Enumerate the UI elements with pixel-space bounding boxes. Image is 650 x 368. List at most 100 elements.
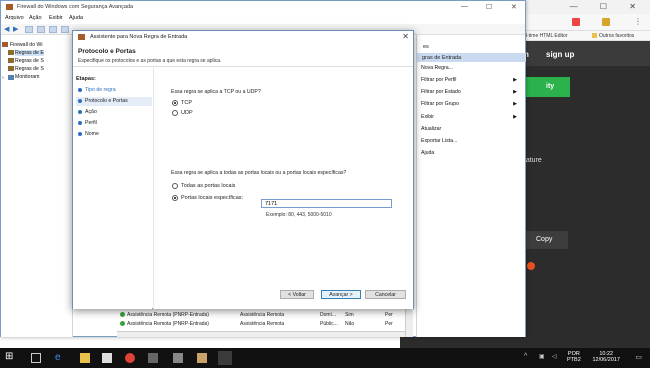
action-refresh[interactable]: Atualizar xyxy=(421,126,441,132)
menu-exibir[interactable]: Exibir xyxy=(49,15,63,21)
chrome-icon[interactable] xyxy=(125,353,135,363)
actions-title: es xyxy=(423,44,429,50)
action-filter-profile[interactable]: Filtrar por Perfil xyxy=(421,77,456,83)
udp-label[interactable]: UDP xyxy=(181,110,193,116)
specific-ports-radio[interactable] xyxy=(172,195,178,201)
signup-link[interactable]: sign up xyxy=(546,50,574,59)
extension-icon[interactable] xyxy=(572,18,580,26)
app-icon[interactable] xyxy=(173,353,183,363)
protocol-question: Essa regra se aplica a TCP ou a UDP? xyxy=(171,89,261,95)
back-button[interactable]: < Voltar xyxy=(280,290,314,299)
store-icon[interactable] xyxy=(102,353,112,363)
close-icon[interactable]: ✕ xyxy=(511,3,517,11)
menu-icon[interactable]: ⋮ xyxy=(634,17,642,26)
step-profile[interactable]: Perfil xyxy=(76,119,152,128)
firewall-task-icon[interactable] xyxy=(218,351,232,365)
minimize-icon[interactable]: — xyxy=(461,3,468,10)
horizontal-scrollbar[interactable] xyxy=(117,331,405,337)
rule-name: Assistência Remota (PNRP-Entrada) xyxy=(127,312,209,318)
bookmark-other[interactable]: Outros favoritos xyxy=(599,33,634,39)
taskbar: ⊞ e ^ ▣ ◁ 10:22 12/06/2017 POR PTB2 ▭ xyxy=(0,348,650,368)
step-action[interactable]: Ação xyxy=(76,108,152,117)
step-bullet-icon xyxy=(78,88,82,92)
dialog-heading: Protocolo e Portas xyxy=(78,48,136,55)
app-icon[interactable] xyxy=(197,353,207,363)
steps-panel: Etapas: Tipo de regra Protocolo e Portas… xyxy=(73,68,152,309)
menu-arquivo[interactable]: Arquivo xyxy=(5,15,24,21)
dialog-subheading: Especifique os protocolos e as portas a … xyxy=(78,58,222,64)
specific-ports-input[interactable] xyxy=(261,199,392,208)
next-button[interactable]: Avançar > xyxy=(321,290,361,299)
step-name[interactable]: Nome xyxy=(76,130,152,139)
action-filter-group[interactable]: Filtrar por Grupo xyxy=(421,101,459,107)
folder-icon[interactable] xyxy=(25,26,33,33)
tcp-radio[interactable] xyxy=(172,100,178,106)
tray-arrow-icon[interactable]: ^ xyxy=(524,353,527,360)
tray-clock[interactable]: 10:22 12/06/2017 xyxy=(592,351,620,363)
explorer-icon[interactable] xyxy=(80,353,90,363)
tree-item-inbound[interactable]: Regras de E xyxy=(15,50,44,56)
firewall-icon xyxy=(78,34,85,40)
rule-profile: Domí... xyxy=(320,312,337,318)
table-row[interactable]: Assistência Remota (PNRP-Entrada) Assist… xyxy=(117,311,405,319)
language-indicator[interactable]: POR PTB2 xyxy=(567,351,581,363)
firewall-icon xyxy=(2,42,8,47)
app-icon[interactable] xyxy=(148,353,158,363)
specific-ports-label[interactable]: Portas locais específicas: xyxy=(181,195,243,201)
properties-icon[interactable] xyxy=(61,26,69,33)
table-row[interactable]: Assistência Remota (PNRP-Entrada) Assist… xyxy=(117,320,405,328)
extension-icon[interactable] xyxy=(602,18,610,26)
step-bullet-icon xyxy=(78,110,82,114)
rules-icon xyxy=(8,58,14,63)
step-protocol-ports[interactable]: Protocolo e Portas xyxy=(76,97,152,106)
console-icon[interactable] xyxy=(37,26,45,33)
vertical-scrollbar[interactable] xyxy=(405,307,413,337)
tree-item-monitoring[interactable]: Monitoram xyxy=(15,74,40,80)
actions-header[interactable]: gras de Entrada xyxy=(417,53,526,62)
tree-item-root[interactable]: Firewall do Wi xyxy=(10,42,43,48)
tcp-label[interactable]: TCP xyxy=(181,100,192,106)
all-ports-label[interactable]: Todas as portas locais xyxy=(181,183,235,189)
edge-icon[interactable]: e xyxy=(55,353,65,363)
bookmark-html-editor[interactable]: l-time HTML Editor xyxy=(526,33,568,39)
menu-ajuda[interactable]: Ajuda xyxy=(69,15,83,21)
submenu-arrow-icon: ▶ xyxy=(513,77,517,83)
notification-icon[interactable]: ▭ xyxy=(635,353,642,361)
reddit-icon[interactable] xyxy=(527,262,535,270)
close-icon[interactable]: ✕ xyxy=(402,32,409,41)
rules-list: Assistência Remota (PNRP-Entrada) Assist… xyxy=(117,307,405,337)
folder-icon xyxy=(592,33,597,38)
udp-radio[interactable] xyxy=(172,110,178,116)
action-view[interactable]: Exibir xyxy=(421,114,434,120)
back-icon[interactable]: ◀ xyxy=(4,25,9,33)
browser-window-controls[interactable]: — ☐ ✕ xyxy=(570,2,646,11)
submenu-arrow-icon: ▶ xyxy=(513,101,517,107)
task-view-icon[interactable] xyxy=(31,353,41,363)
tree-item-outbound[interactable]: Regras de S xyxy=(15,58,44,64)
cancel-button[interactable]: Cancelar xyxy=(365,290,406,299)
forward-icon[interactable]: ▶ xyxy=(13,25,18,33)
rules-icon xyxy=(8,66,14,71)
action-new-rule[interactable]: Nova Regra... xyxy=(421,65,453,71)
clock-date: 12/06/2017 xyxy=(592,357,620,363)
maximize-icon[interactable]: ☐ xyxy=(486,3,492,11)
action-help[interactable]: Ajuda xyxy=(421,150,434,156)
tree-item-security[interactable]: Regras de S xyxy=(15,66,44,72)
step-bullet-icon xyxy=(78,121,82,125)
rule-enabled: Sim xyxy=(345,312,354,318)
volume-icon[interactable]: ◁ xyxy=(552,353,557,360)
copy-button[interactable]: Copy xyxy=(522,231,568,249)
expand-icon[interactable]: › xyxy=(2,75,4,81)
firewall-menubar: Arquivo Ação Exibir Ajuda xyxy=(1,13,525,23)
step-rule-type[interactable]: Tipo de regra xyxy=(76,86,152,95)
network-icon[interactable]: ▣ xyxy=(539,353,545,360)
dialog-titlebar: Assistente para Nova Regra de Entrada ✕ xyxy=(73,31,413,43)
menu-acao[interactable]: Ação xyxy=(29,15,42,21)
firewall-title: Firewall do Windows com Segurança Avança… xyxy=(17,4,134,10)
rule-enabled: Não xyxy=(345,321,355,327)
help-icon[interactable] xyxy=(49,26,57,33)
action-filter-state[interactable]: Filtrar por Estado xyxy=(421,89,461,95)
all-ports-radio[interactable] xyxy=(172,183,178,189)
windows-start-icon[interactable]: ⊞ xyxy=(5,352,15,362)
action-export[interactable]: Exportar Lista... xyxy=(421,138,457,144)
